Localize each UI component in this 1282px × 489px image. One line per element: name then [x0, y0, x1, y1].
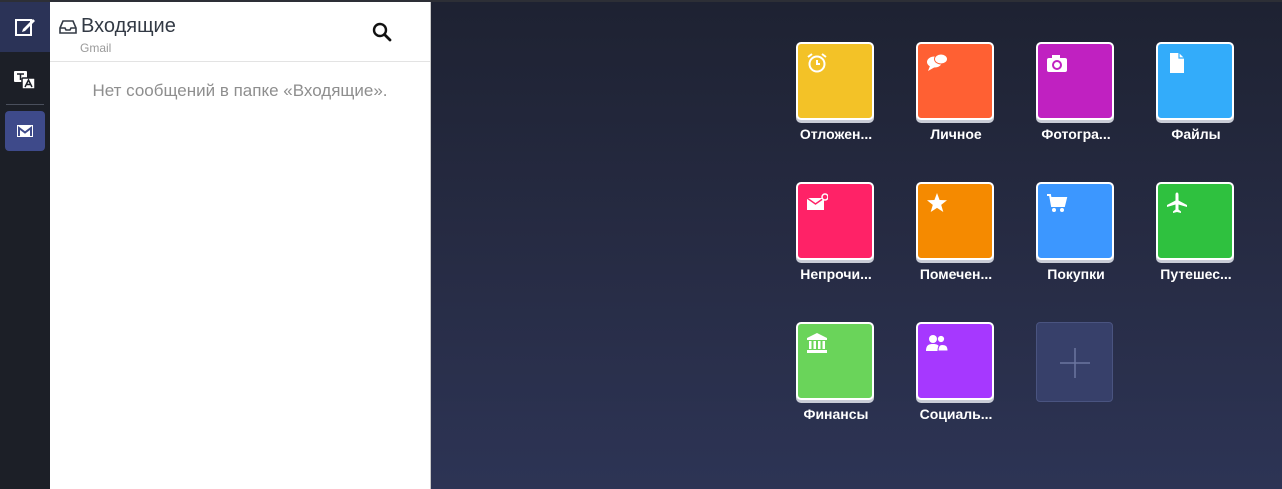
- tile-label: Отложен...: [799, 126, 873, 142]
- category-grid: Отложен... Личное Фотогра... Файлы Непро…: [431, 2, 1282, 489]
- tile-finance[interactable]: Финансы: [796, 322, 876, 426]
- inbox-title: Входящие: [81, 15, 176, 37]
- tile-label: Файлы: [1171, 126, 1221, 142]
- shopping-cart-icon: [1047, 194, 1068, 212]
- file-icon: [1170, 53, 1184, 73]
- tile-travel[interactable]: Путешес...: [1156, 182, 1236, 286]
- gmail-account-button[interactable]: [5, 111, 45, 151]
- tile-unread[interactable]: Непрочи...: [796, 182, 876, 286]
- tile-snoozed[interactable]: Отложен...: [796, 42, 876, 146]
- account-name: Gmail: [80, 41, 112, 55]
- translate-icon: [14, 71, 36, 90]
- alarm-clock-icon: [807, 53, 827, 73]
- inbox-panel: Входящие Gmail Нет сообщений в папке «Вх…: [50, 2, 431, 489]
- tile-label: Личное: [930, 126, 982, 142]
- inbox-tray-icon: [59, 20, 77, 34]
- tile-label: Финансы: [803, 406, 869, 422]
- tile-label: Путешес...: [1160, 266, 1232, 282]
- inbox-header: Входящие Gmail: [50, 2, 430, 62]
- unread-envelope-icon: [806, 193, 828, 210]
- bank-icon: [807, 333, 827, 353]
- tile-social[interactable]: Социаль...: [916, 322, 996, 426]
- empty-inbox-message: Нет сообщений в папке «Входящие».: [92, 81, 388, 100]
- star-icon: [927, 193, 947, 212]
- tile-files[interactable]: Файлы: [1156, 42, 1236, 146]
- search-icon[interactable]: [372, 22, 392, 42]
- left-rail: [0, 2, 50, 489]
- tile-label: Фотогра...: [1041, 126, 1111, 142]
- tile-label: Покупки: [1047, 266, 1105, 282]
- tile-personal[interactable]: Личное: [916, 42, 996, 146]
- tile-label: Социаль...: [919, 406, 993, 422]
- tile-purchases[interactable]: Покупки: [1036, 182, 1116, 286]
- tile-label: Помечен...: [919, 266, 993, 282]
- tile-starred[interactable]: Помечен...: [916, 182, 996, 286]
- gmail-icon: [17, 125, 33, 137]
- rail-divider: [6, 104, 44, 105]
- camera-icon: [1047, 55, 1067, 72]
- plus-icon: [1060, 348, 1090, 378]
- tile-photos[interactable]: Фотогра...: [1036, 42, 1116, 146]
- chat-bubbles-icon: [927, 53, 948, 71]
- airplane-icon: [1167, 192, 1187, 213]
- tile-label: Непрочи...: [800, 266, 872, 282]
- compose-button[interactable]: [0, 2, 50, 52]
- add-category-button[interactable]: [1036, 322, 1113, 402]
- people-icon: [926, 334, 948, 352]
- pencil-icon: [15, 19, 35, 36]
- translate-button[interactable]: [0, 62, 50, 98]
